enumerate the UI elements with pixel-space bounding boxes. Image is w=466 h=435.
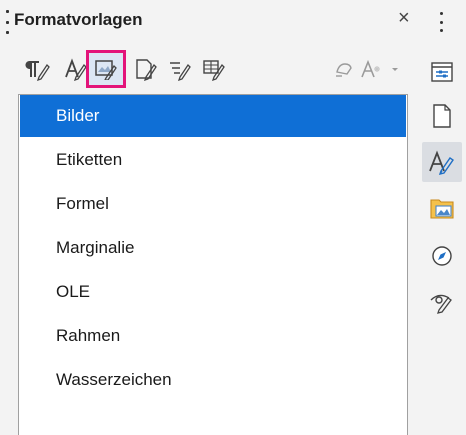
styles-toolbar [0, 48, 410, 92]
frame-styles-button[interactable] [86, 50, 126, 88]
more-options-icon[interactable] [438, 12, 444, 32]
style-actions-button[interactable] [354, 50, 408, 88]
paragraph-styles-icon [25, 61, 50, 81]
styles-icon [429, 150, 454, 175]
list-item[interactable]: Bilder [20, 95, 406, 137]
sidebar-tab-gallery[interactable] [422, 188, 462, 228]
table-styles-icon [203, 60, 225, 81]
properties-icon [431, 62, 453, 82]
sidebar-tab-page[interactable] [422, 96, 462, 136]
sidebar-tab-styles[interactable] [422, 142, 462, 182]
close-icon[interactable]: × [398, 8, 410, 28]
gallery-icon [430, 199, 454, 219]
list-styles-icon [170, 62, 191, 81]
list-item[interactable]: Marginalie [20, 227, 406, 269]
list-item[interactable]: Rahmen [20, 315, 406, 357]
page-icon [433, 104, 451, 128]
style-actions-icon [361, 59, 398, 78]
panel-titlebar: Formatvorlagen × [0, 0, 466, 44]
list-item[interactable]: Etiketten [20, 139, 406, 181]
page-styles-icon [136, 59, 157, 81]
navigator-icon [432, 246, 452, 266]
list-item[interactable]: Formel [20, 183, 406, 225]
style-inspector-icon [430, 294, 452, 314]
list-item[interactable]: OLE [20, 271, 406, 313]
paragraph-styles-button[interactable] [18, 50, 58, 88]
panel-title: Formatvorlagen [14, 10, 143, 29]
sidebar-tab-properties[interactable] [422, 52, 462, 92]
styles-deck: Formatvorlagen × Bilder Etiketten Formel… [0, 0, 466, 435]
frame-styles-icon [95, 60, 117, 80]
fill-format-mode-icon [336, 63, 352, 77]
list-item[interactable]: Wasserzeichen [20, 359, 406, 401]
table-styles-button[interactable] [194, 50, 234, 88]
sidebar-tab-navigator[interactable] [422, 236, 462, 276]
drag-handle-icon[interactable] [4, 10, 10, 34]
style-list[interactable]: Bilder Etiketten Formel Marginalie OLE R… [18, 94, 408, 435]
sidebar-tab-style-inspector[interactable] [422, 282, 462, 322]
sidebar-tabbar [416, 50, 466, 435]
